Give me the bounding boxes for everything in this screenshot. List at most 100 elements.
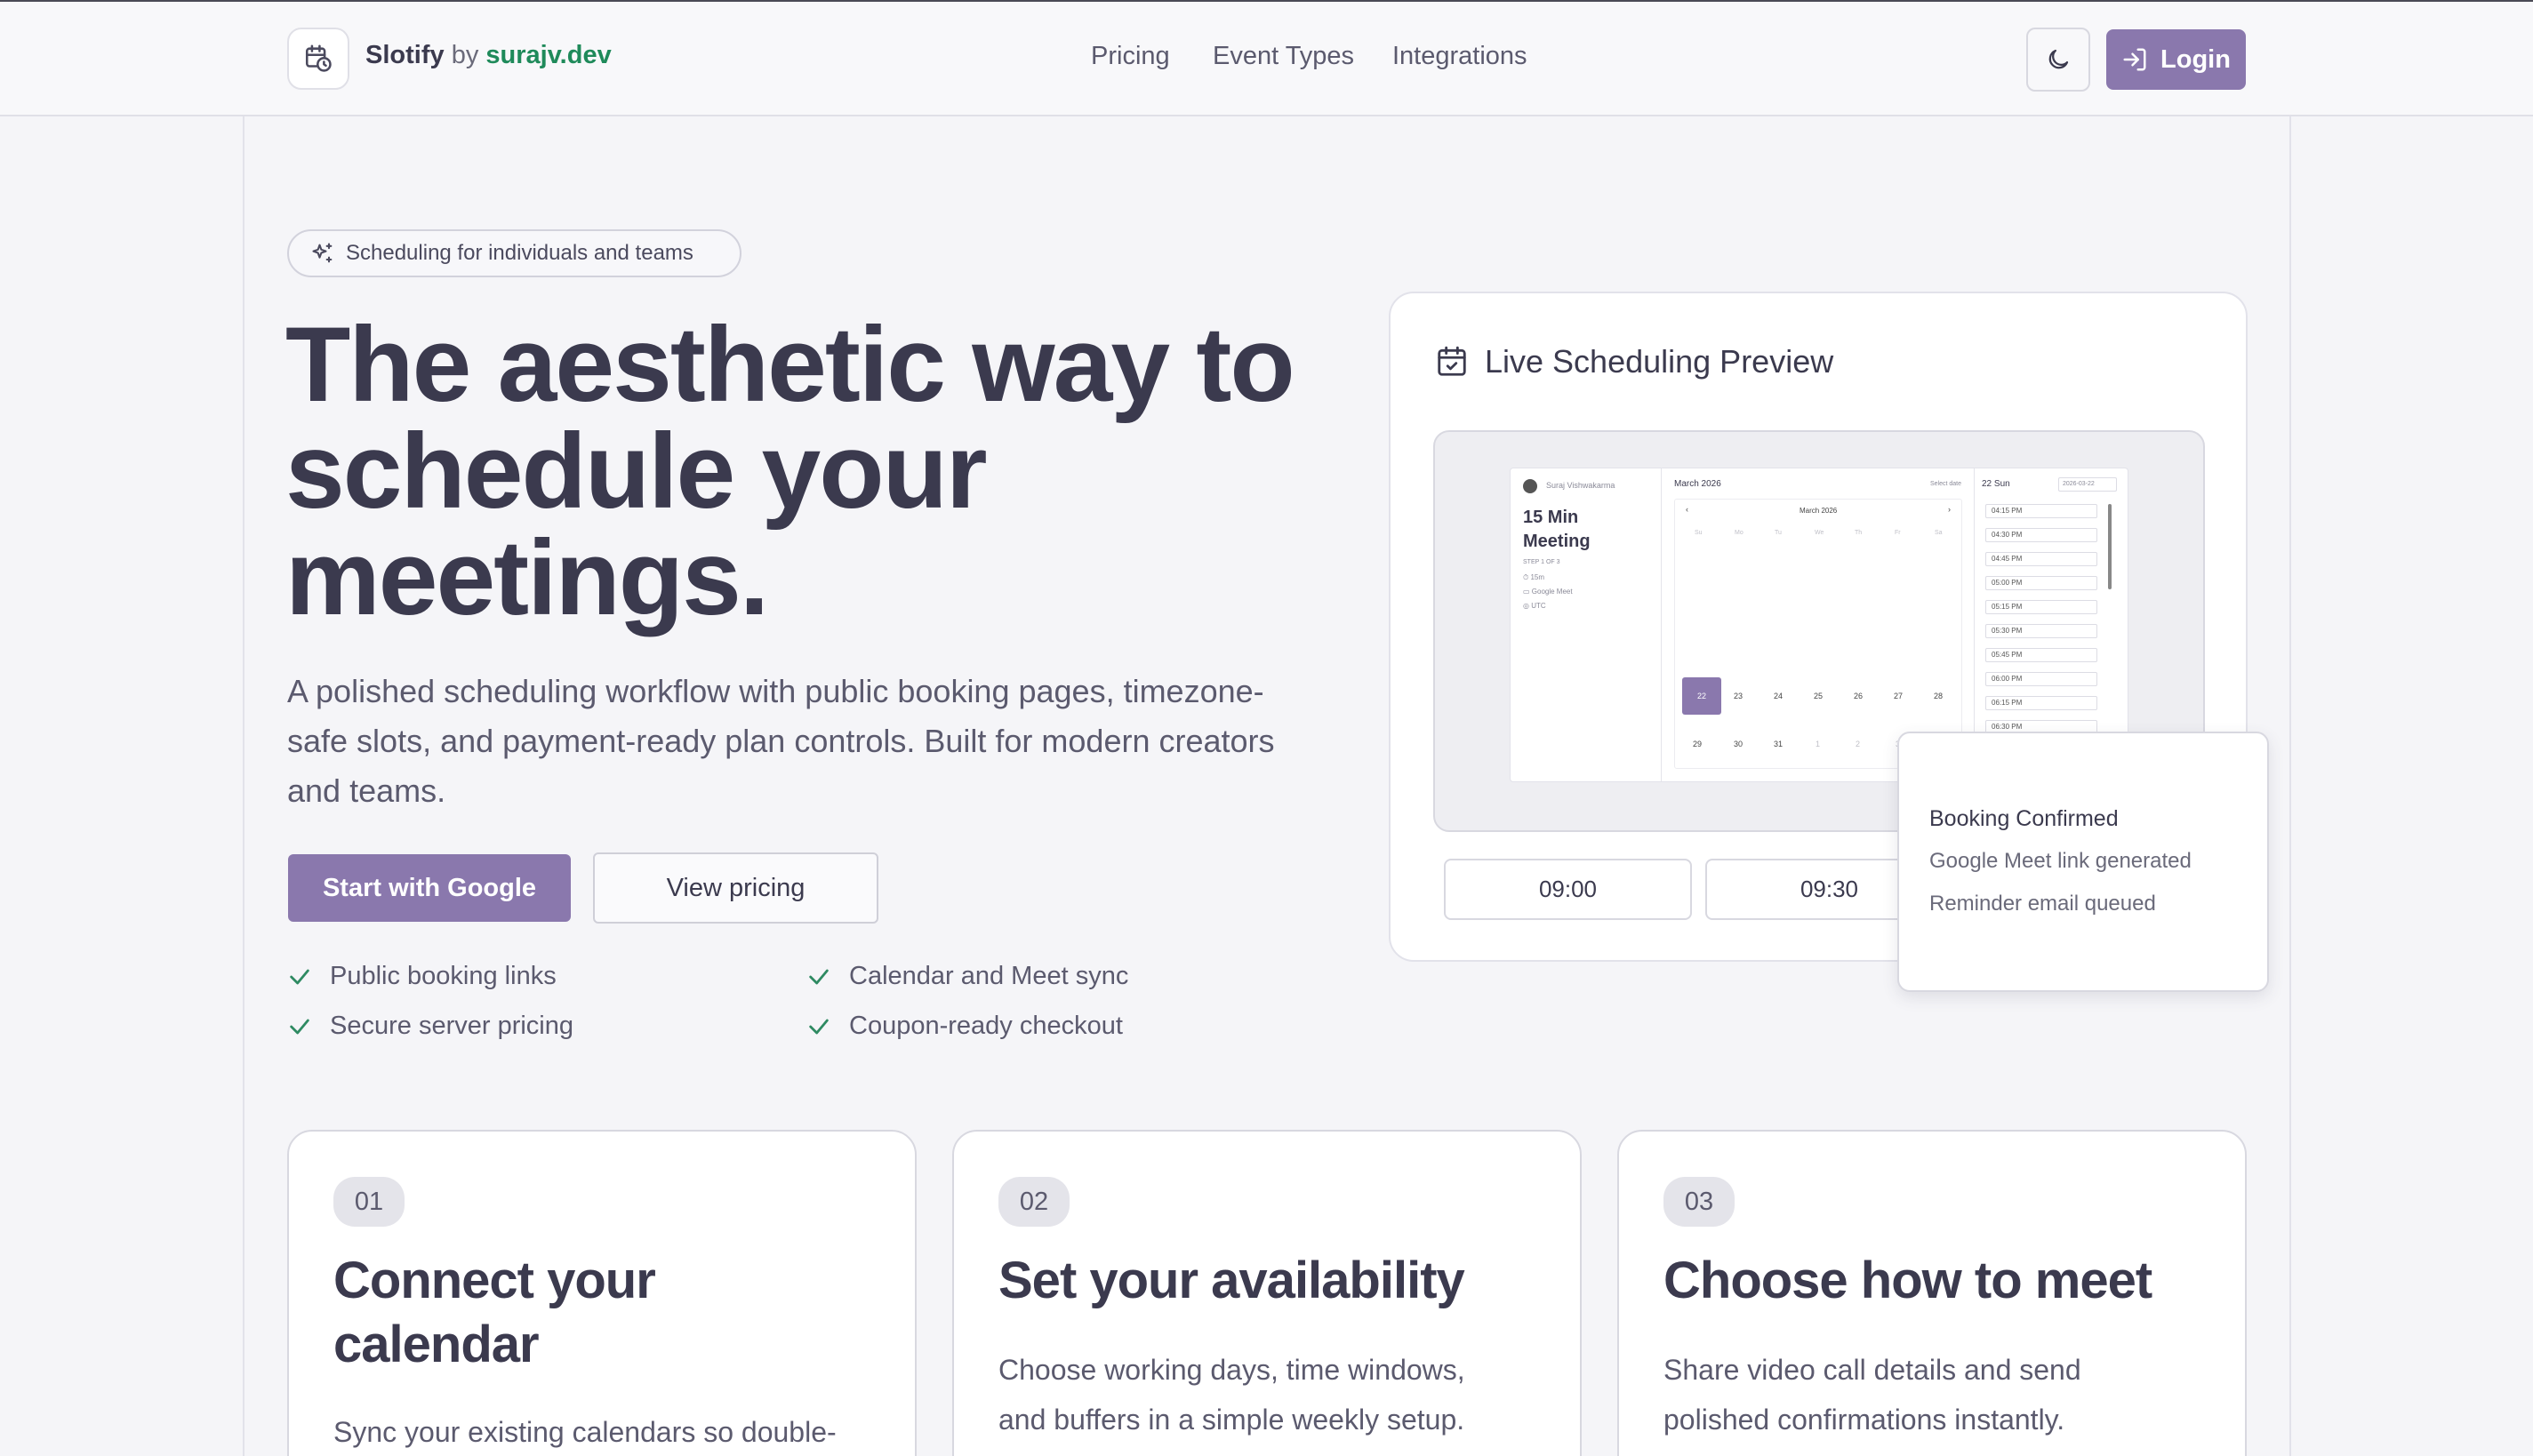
step-title-line: Choose how to meet: [1663, 1252, 2152, 1309]
step-number: 01: [333, 1177, 405, 1227]
step-title: Connect your calendar: [333, 1249, 656, 1377]
hero-title-line: schedule your: [285, 412, 988, 531]
time-slot[interactable]: 04:45 PM: [1985, 552, 2097, 566]
hero-subtitle-line: A polished scheduling workflow with publ…: [287, 673, 1264, 709]
feature-item: Coupon-ready checkout: [806, 1012, 1123, 1041]
view-pricing-button[interactable]: View pricing: [593, 852, 878, 924]
time-slot[interactable]: 06:15 PM: [1985, 696, 2097, 710]
time-slot-label: 06:15 PM: [1992, 699, 2023, 707]
time-slot[interactable]: 04:30 PM: [1985, 528, 2097, 542]
step-title-line: Connect your: [333, 1252, 656, 1309]
time-option-button[interactable]: 09:00: [1444, 859, 1692, 920]
mini-step-label: STEP 1 OF 3: [1523, 559, 1560, 565]
time-slot-label: 04:45 PM: [1992, 555, 2023, 563]
hero-badge: Scheduling for individuals and teams: [287, 229, 741, 277]
time-slot-label: 04:30 PM: [1992, 531, 2023, 539]
calendar-day[interactable]: 27: [1894, 692, 1903, 700]
step-card: 02 Set your availability Choose working …: [952, 1130, 1582, 1456]
time-slot[interactable]: 05:15 PM: [1985, 600, 2097, 614]
step-card: 01 Connect your calendar Sync your exist…: [287, 1130, 917, 1456]
brand-by: by: [451, 41, 479, 69]
check-icon: [290, 1019, 309, 1034]
step-description: Sync your existing calendars so double-: [333, 1407, 837, 1456]
feature-label: Coupon-ready checkout: [849, 1012, 1123, 1040]
confirm-title: Booking Confirmed: [1929, 806, 2119, 831]
check-icon: [809, 1019, 829, 1034]
theme-toggle-button[interactable]: [2026, 28, 2090, 92]
step-description: Choose working days, time windows, and b…: [998, 1345, 1465, 1444]
weekday-label: We: [1815, 530, 1824, 536]
hero-badge-text: Scheduling for individuals and teams: [346, 241, 693, 265]
feature-item: Calendar and Meet sync: [806, 962, 1128, 991]
hero-title: The aesthetic way to schedule your meeti…: [285, 311, 1352, 631]
mini-date-input[interactable]: 2026-03-22: [2058, 477, 2117, 492]
mini-host-name: Suraj Vishwakarma: [1546, 481, 1615, 490]
slots-scrollbar[interactable]: [2108, 504, 2112, 589]
hero-subtitle-line: safe slots, and payment-ready plan contr…: [287, 723, 1275, 759]
feature-item: Secure server pricing: [287, 1012, 573, 1041]
step-number: 03: [1663, 1177, 1735, 1227]
step-description-line: polished confirmations instantly.: [1663, 1404, 2065, 1436]
mini-select-date: Select date: [1929, 481, 1961, 487]
time-slot[interactable]: 05:00 PM: [1985, 576, 2097, 590]
calendar-day[interactable]: 2: [1856, 740, 1860, 748]
hero-title-line: meetings.: [285, 518, 769, 637]
prev-month-icon[interactable]: ‹: [1686, 505, 1688, 514]
calendar-day[interactable]: 23: [1734, 692, 1743, 700]
preview-title: Live Scheduling Preview: [1435, 343, 1833, 380]
calendar-day[interactable]: 28: [1934, 692, 1943, 700]
step-title: Set your availability: [998, 1249, 1465, 1313]
moon-icon: [2048, 49, 2069, 69]
calendar-day[interactable]: 24: [1774, 692, 1783, 700]
nav-pricing[interactable]: Pricing: [1091, 42, 1170, 71]
step-title-line: calendar: [333, 1316, 540, 1373]
confirm-line: Reminder email queued: [1929, 892, 2156, 916]
weekday-label: Su: [1695, 530, 1703, 536]
frame-line-left: [243, 0, 244, 1456]
time-slot[interactable]: 06:00 PM: [1985, 672, 2097, 686]
time-slot[interactable]: 04:15 PM: [1985, 504, 2097, 518]
start-with-google-button[interactable]: Start with Google: [288, 854, 571, 922]
mini-timezone: ◎ UTC: [1523, 602, 1546, 610]
calendar-day[interactable]: 31: [1774, 740, 1783, 748]
brand-name[interactable]: Slotify by surajv.dev: [365, 41, 612, 70]
weekday-label: Mo: [1735, 530, 1743, 536]
time-slot[interactable]: 05:30 PM: [1985, 624, 2097, 638]
brand-title: Slotify: [365, 41, 445, 69]
step-title-line: Set your availability: [998, 1252, 1465, 1309]
calendar-day[interactable]: 25: [1814, 692, 1823, 700]
mini-calendar-grid: ‹ March 2026 › Su Mo Tu We Th Fr Sa 22 2…: [1674, 499, 1962, 769]
hero-title-line: The aesthetic way to: [285, 305, 1295, 424]
mini-month-header: March 2026: [1674, 479, 1721, 489]
logo[interactable]: [287, 28, 349, 90]
sparkles-icon: [312, 243, 333, 263]
login-label: Login: [2160, 44, 2231, 74]
next-month-icon[interactable]: ›: [1948, 505, 1951, 514]
time-slot-label: 04:15 PM: [1992, 507, 2023, 515]
mini-duration-value: 15m: [1530, 573, 1545, 581]
selected-day-cell[interactable]: 22: [1682, 677, 1721, 715]
time-slot-label: 06:30 PM: [1992, 723, 2023, 731]
time-slot-label: 05:45 PM: [1992, 651, 2023, 659]
nav-integrations[interactable]: Integrations: [1392, 42, 1527, 71]
weekday-label: Sa: [1935, 530, 1943, 536]
check-icon: [809, 969, 829, 984]
calendar-day[interactable]: 1: [1816, 740, 1820, 748]
avatar: [1523, 479, 1537, 493]
login-button[interactable]: Login: [2106, 29, 2246, 90]
hero-subtitle: A polished scheduling workflow with publ…: [287, 667, 1336, 816]
login-icon: [2123, 48, 2146, 71]
calendar-day[interactable]: 26: [1854, 692, 1863, 700]
calendar-day[interactable]: 30: [1734, 740, 1743, 748]
time-slot-label: 05:30 PM: [1992, 627, 2023, 635]
mini-meeting-title-line: Meeting: [1523, 532, 1591, 551]
calendar-day[interactable]: 29: [1693, 740, 1702, 748]
feature-label: Secure server pricing: [330, 1012, 573, 1040]
time-slot-label: 05:00 PM: [1992, 579, 2023, 587]
nav-event-types[interactable]: Event Types: [1213, 42, 1354, 71]
time-slot[interactable]: 05:45 PM: [1985, 648, 2097, 662]
step-description-line: and buffers in a simple weekly setup.: [998, 1404, 1465, 1436]
time-slot-label: 05:15 PM: [1992, 603, 2023, 611]
step-description-line: Choose working days, time windows,: [998, 1354, 1465, 1386]
mini-timezone-value: UTC: [1531, 602, 1546, 610]
